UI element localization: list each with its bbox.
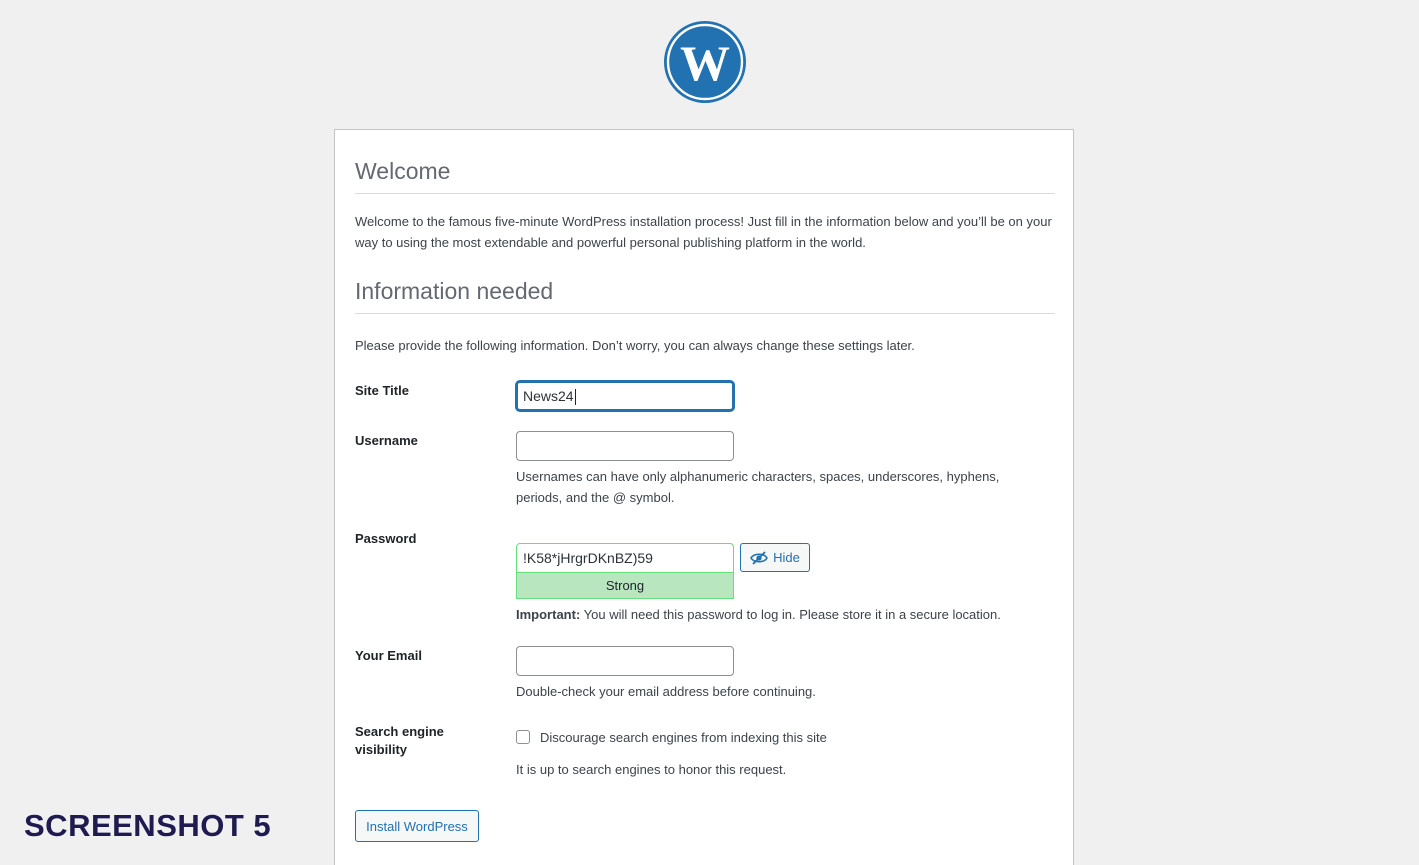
svg-text:W: W [680, 35, 730, 91]
username-label: Username [355, 433, 418, 448]
username-input[interactable] [516, 431, 734, 461]
email-input[interactable] [516, 646, 734, 676]
discourage-search-engines-label[interactable]: Discourage search engines from indexing … [540, 729, 827, 747]
important-label: Important: [516, 607, 581, 622]
site-title-input[interactable]: News24 [516, 381, 734, 411]
information-needed-heading: Information needed [355, 278, 1055, 314]
password-input[interactable]: !K58*jHrgrDKnBZ)59 [516, 543, 734, 573]
site-title-label: Site Title [355, 383, 409, 398]
hide-password-button[interactable]: Hide [740, 543, 810, 572]
hide-password-label: Hide [773, 550, 800, 565]
wordpress-logo-icon: W [664, 21, 746, 103]
text-caret [574, 389, 576, 406]
welcome-heading: Welcome [355, 158, 1055, 194]
search-engine-label-line2: visibility [355, 742, 408, 757]
eye-slash-icon [750, 550, 769, 565]
important-text: You will need this password to log in. P… [580, 607, 1001, 622]
install-card: Welcome Welcome to the famous five-minut… [334, 129, 1074, 865]
search-engine-hint: It is up to search engines to honor this… [516, 762, 787, 777]
password-label: Password [355, 531, 417, 546]
search-engine-label: Search engine visibility [355, 723, 444, 759]
password-important-note: Important: You will need this password t… [516, 604, 1046, 625]
email-label: Your Email [355, 648, 422, 663]
discourage-search-engines-checkbox[interactable] [516, 730, 530, 744]
screenshot-watermark: SCREENSHOT 5 [24, 808, 272, 843]
install-page: W Welcome Welcome to the famous five-min… [0, 0, 1419, 865]
site-title-value: News24 [523, 388, 574, 404]
username-hint: Usernames can have only alphanumeric cha… [516, 469, 1000, 505]
information-text: Please provide the following information… [355, 338, 915, 353]
search-engine-label-line1: Search engine [355, 724, 444, 739]
email-hint: Double-check your email address before c… [516, 684, 816, 699]
welcome-text: Welcome to the famous five-minute WordPr… [355, 214, 1052, 250]
password-strength-meter: Strong [516, 573, 734, 599]
install-wordpress-button[interactable]: Install WordPress [355, 810, 479, 842]
